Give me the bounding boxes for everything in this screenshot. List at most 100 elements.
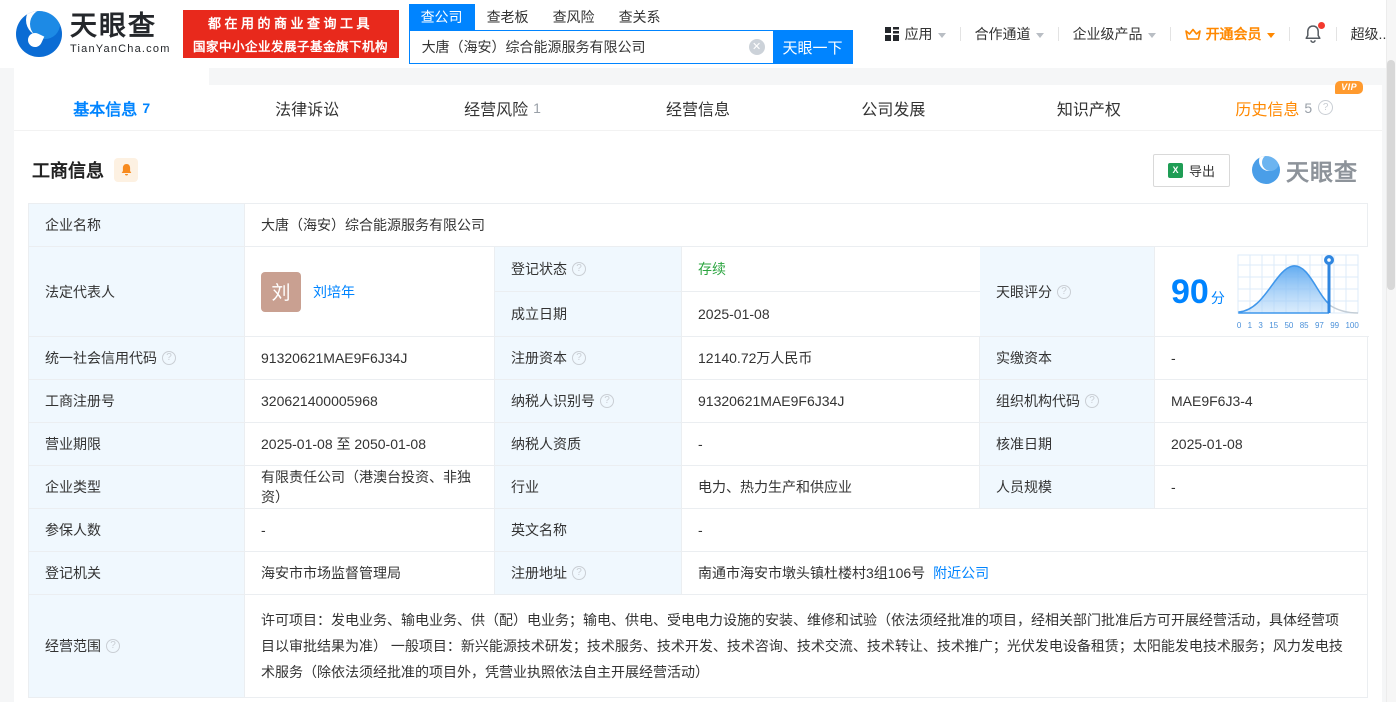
nav-open-vip[interactable]: 开通会员 [1184,24,1275,44]
reg-number-label: 工商注册号 [29,380,245,423]
paid-capital-value: - [1155,337,1367,380]
approval-date-label: 核准日期 [980,423,1155,466]
top-nav: 应用 合作通道 企业级产品 开通会员 超级... [884,22,1396,44]
help-icon[interactable]: ? [1318,100,1334,115]
vip-badge: VIP [1335,80,1364,94]
business-info-panel: 工商信息 X 导出 天眼查 企业名称 大唐（海安）综合能源服务有限公司 法定代表… [14,131,1382,702]
reg-address-text: 南通市海安市墩头镇杜楼村3组106号 [698,565,926,581]
reg-status-label-cell: 登记状态 ? [495,247,682,292]
reg-authority-label: 登记机关 [29,552,245,595]
promo-line1: 都在用的商业查询工具 [208,16,374,31]
score-value-cell: 90 分 0 1 3 15 50 85 97 99 100 [1155,247,1369,337]
help-icon[interactable]: ? [572,351,586,365]
reg-status-value: 存续 [682,247,980,292]
reg-address-value-cell: 南通市海安市墩头镇杜楼村3组106号 附近公司 [682,552,1367,595]
tab-operation-info[interactable]: 经营信息 [600,85,795,130]
clear-search-icon[interactable]: ✕ [748,39,765,55]
english-name-label: 英文名称 [495,509,682,552]
approval-date-value: 2025-01-08 [1155,423,1367,466]
company-type-value: 有限责任公司（港澳台投资、非独资） [245,466,495,509]
tab-history-info[interactable]: 历史信息 5 ? VIP [1187,80,1382,130]
apps-grid-icon [884,27,899,41]
org-code-label-cell: 组织机构代码? [980,380,1155,423]
reg-authority-value: 海安市市场监督管理局 [245,552,495,595]
watermark-text: 天眼查 [1286,159,1358,185]
chevron-down-icon [937,32,946,38]
notifications-bell-icon[interactable] [1304,22,1325,44]
avatar[interactable]: 刘 [261,271,301,312]
promo-line2: 国家中小企业发展子基金旗下机构 [193,40,389,54]
industry-label: 行业 [495,466,682,509]
nearby-companies-link[interactable]: 附近公司 [933,563,989,583]
tab-legal-litigation[interactable]: 法律诉讼 [209,85,404,130]
search-tab-risk[interactable]: 查风险 [541,4,607,30]
search-input[interactable] [421,39,749,55]
business-term-value: 2025-01-08 至 2050-01-08 [245,423,495,466]
tab-company-development[interactable]: 公司发展 [796,85,991,130]
establish-date-label: 成立日期 [495,292,682,337]
tab-risk-label: 经营风险 [464,101,529,119]
chevron-down-icon [1147,32,1156,38]
export-button[interactable]: X 导出 [1152,153,1230,187]
tab-operation-risk[interactable]: 经营风险 1 [405,85,600,130]
vertical-scrollbar[interactable] [1386,0,1396,702]
taxpayer-id-label-cell: 纳税人识别号? [495,380,682,423]
watermark-logo-icon [1252,156,1280,184]
tab-basic-info[interactable]: 基本信息 7 [14,68,210,130]
taxpayer-quality-value: - [682,423,980,466]
paid-capital-label: 实缴资本 [980,337,1155,380]
insured-count-label: 参保人数 [29,509,245,552]
business-scope-value: 许可项目：发电业务、输电业务、供（配）电业务；输电、供电、受电电力设施的安装、维… [245,595,1367,698]
help-icon[interactable]: ? [106,639,120,653]
org-code-value: MAE9F6J3-4 [1155,380,1367,423]
tab-basic-info-count: 7 [142,99,151,116]
scrollbar-thumb[interactable] [1387,60,1395,290]
help-icon[interactable]: ? [572,566,586,580]
company-type-label: 企业类型 [29,466,245,509]
nav-partner-channel[interactable]: 合作通道 [975,24,1044,44]
search-tabs: 查公司 查老板 查风险 查关系 [408,4,853,30]
top-header: 天眼查 TianYanCha.com 都在用的商业查询工具 国家中小企业发展子基… [0,0,1396,68]
table-row: 参保人数 - 英文名称 - [29,509,1367,552]
score-label-cell: 天眼评分 ? [980,247,1155,337]
insured-count-value: - [245,509,495,552]
table-row: 统一社会信用代码? 91320621MAE9F6J34J 注册资本? 12140… [29,337,1367,380]
taxpayer-id-value: 91320621MAE9F6J34J [682,380,980,423]
search-tab-relation[interactable]: 查关系 [607,4,673,30]
crown-icon [1184,28,1201,41]
table-row: 经营范围? 许可项目：发电业务、输电业务、供（配）电业务；输电、供电、受电电力设… [29,595,1367,698]
table-row: 法定代表人 刘 刘培年 登记状态 ? 存续 成立日期 2025-01-08 天眼… [29,247,1369,337]
credit-code-value: 91320621MAE9F6J34J [245,337,495,380]
brand-name: 天眼查 [70,11,157,41]
help-icon[interactable]: ? [162,351,176,365]
watermark-logo: 天眼查 [1252,153,1358,187]
help-icon[interactable]: ? [1057,284,1071,299]
legal-rep-link[interactable]: 刘培年 [313,282,355,302]
search-tab-boss[interactable]: 查老板 [475,4,541,30]
tab-intellectual-property[interactable]: 知识产权 [991,85,1186,130]
monitor-bell-chip[interactable] [114,158,138,182]
score-axis-ticks: 01 3 15 50 85 97 99 100 [1236,321,1359,330]
nav-apps-label: 应用 [904,26,933,42]
search-button[interactable]: 天眼一下 [772,30,853,64]
business-term-label: 营业期限 [29,423,245,466]
score-number: 90 [1171,272,1209,311]
help-icon[interactable]: ? [600,394,614,408]
help-icon[interactable]: ? [572,262,586,276]
staff-size-value: - [1155,466,1367,509]
reg-address-label-cell: 注册地址? [495,552,682,595]
section-title: 工商信息 [32,161,104,181]
nav-enterprise-products[interactable]: 企业级产品 [1073,24,1156,44]
nav-partner-label: 合作通道 [974,26,1031,42]
nav-vip-label: 开通会员 [1205,26,1262,42]
company-name-value: 大唐（海安）综合能源服务有限公司 [245,204,1367,247]
nav-apps[interactable]: 应用 [884,24,946,44]
help-icon[interactable]: ? [1085,394,1099,408]
tianyancha-logo[interactable]: 天眼查 TianYanCha.com [16,11,171,57]
reg-status-label: 登记状态 [511,261,567,277]
business-info-table: 企业名称 大唐（海安）综合能源服务有限公司 法定代表人 刘 刘培年 登记状态 ? [28,203,1369,698]
promo-banner: 都在用的商业查询工具 国家中小企业发展子基金旗下机构 [182,10,399,58]
table-row: 企业类型 有限责任公司（港澳台投资、非独资） 行业 电力、热力生产和供应业 人员… [29,466,1367,509]
search-tab-company[interactable]: 查公司 [408,4,475,30]
tab-risk-count: 1 [533,99,541,116]
